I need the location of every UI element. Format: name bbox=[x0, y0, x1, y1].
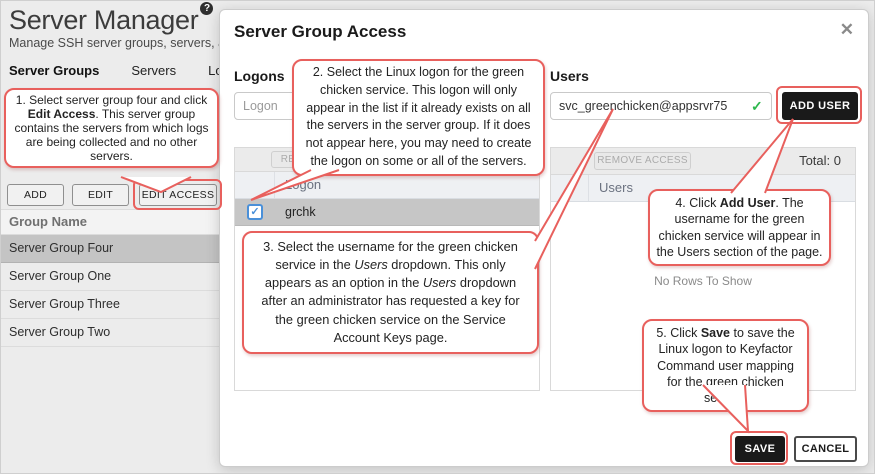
callout-4: 4. Click Add User. The username for the … bbox=[648, 189, 831, 266]
callout-3: 3. Select the username for the green chi… bbox=[242, 231, 539, 354]
users-remove-access-button[interactable]: REMOVE ACCESS bbox=[594, 152, 691, 170]
no-rows-message: No Rows To Show bbox=[551, 274, 855, 288]
cancel-button[interactable]: CANCEL bbox=[794, 436, 857, 462]
add-button[interactable]: ADD bbox=[7, 184, 64, 206]
dialog-title: Server Group Access bbox=[234, 22, 406, 42]
help-icon[interactable]: ? bbox=[200, 2, 213, 15]
page-title-text: Server Manager bbox=[9, 5, 198, 35]
logons-checkbox-column bbox=[235, 172, 275, 198]
tab-server-groups[interactable]: Server Groups bbox=[9, 63, 99, 78]
logon-row-grchk[interactable]: ✓ grchk bbox=[235, 199, 539, 226]
table-row-server-group-three[interactable]: Server Group Three bbox=[1, 291, 220, 319]
close-icon[interactable]: ✕ bbox=[840, 20, 854, 40]
table-row-server-group-one[interactable]: Server Group One bbox=[1, 263, 220, 291]
callout-1: 1. Select server group four and click Ed… bbox=[4, 88, 219, 168]
add-user-button[interactable]: ADD USER bbox=[782, 92, 858, 120]
users-heading: Users bbox=[550, 68, 589, 84]
table-row-server-group-two[interactable]: Server Group Two bbox=[1, 319, 220, 347]
callout-5: 5. Click Save to save the Linux logon to… bbox=[642, 319, 809, 412]
tab-servers[interactable]: Servers bbox=[131, 63, 176, 78]
total-count-label: Total: 0 bbox=[799, 153, 841, 168]
logon-row-name: grchk bbox=[285, 205, 316, 219]
edit-access-button[interactable]: EDIT ACCESS bbox=[139, 184, 217, 206]
tab-bar: Server Groups Servers Logons bbox=[9, 63, 220, 78]
users-checkbox-column bbox=[551, 175, 589, 201]
server-manager-page: Server Manager? Manage SSH server groups… bbox=[1, 1, 220, 474]
page-title: Server Manager? bbox=[9, 2, 213, 36]
screenshot-root: Server Manager? Manage SSH server groups… bbox=[0, 0, 875, 474]
callout-2: 2. Select the Linux logon for the green … bbox=[292, 59, 545, 176]
logons-heading: Logons bbox=[234, 68, 285, 84]
table-row-server-group-four[interactable]: Server Group Four bbox=[1, 235, 220, 263]
group-name-column-header: Group Name bbox=[1, 209, 220, 235]
logons-grid-header: Logon bbox=[235, 172, 539, 199]
users-grid-toolbar: REMOVE ACCESS Total: 0 bbox=[551, 148, 855, 175]
logon-column-header: Logon bbox=[275, 172, 539, 198]
valid-check-icon: ✓ bbox=[751, 98, 763, 115]
row-checkbox-checked-icon[interactable]: ✓ bbox=[247, 204, 263, 220]
page-subtitle: Manage SSH server groups, servers, a bbox=[9, 36, 220, 50]
save-button[interactable]: SAVE bbox=[735, 436, 785, 462]
users-dropdown-input[interactable] bbox=[550, 92, 772, 120]
edit-button[interactable]: EDIT bbox=[72, 184, 129, 206]
